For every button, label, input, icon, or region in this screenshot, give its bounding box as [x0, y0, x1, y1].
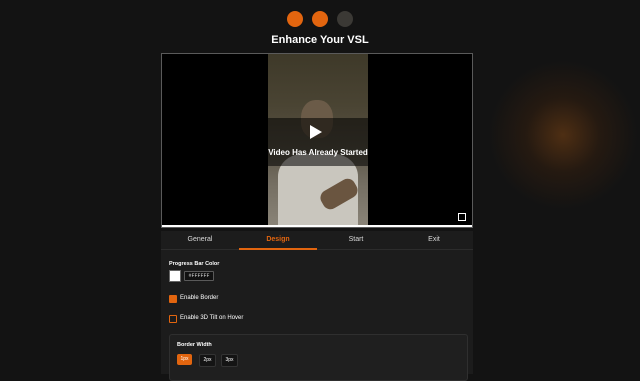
progress-bar-color-input[interactable]: #FFFFFF	[184, 271, 214, 281]
settings-panel: General Design Start Exit Progress Bar C…	[161, 231, 473, 381]
step-dot-1	[287, 11, 303, 27]
enable-border-label: Enable Border	[180, 295, 219, 301]
tab-design[interactable]: Design	[239, 231, 317, 250]
fullscreen-icon[interactable]	[458, 213, 466, 221]
tab-general[interactable]: General	[161, 231, 239, 249]
border-width-3px-button[interactable]: 3px	[221, 354, 238, 367]
tab-start[interactable]: Start	[317, 231, 395, 249]
step-indicator	[0, 11, 640, 27]
page-title: Enhance Your VSL	[271, 34, 369, 46]
video-progress-bar[interactable]	[162, 225, 472, 227]
border-width-1px-button[interactable]: 1px	[177, 354, 192, 365]
enable-3d-tilt-checkbox[interactable]	[169, 315, 177, 323]
video-player[interactable]: Video Has Already Started	[161, 53, 473, 228]
tab-exit[interactable]: Exit	[395, 231, 473, 249]
enable-3d-tilt-label: Enable 3D Tilt on Hover	[180, 315, 244, 321]
progress-bar-color-swatch[interactable]	[169, 270, 181, 282]
decorative-glow	[488, 60, 638, 210]
border-width-label: Border Width	[177, 342, 212, 348]
play-icon[interactable]	[310, 125, 322, 139]
step-dot-2	[312, 11, 328, 27]
progress-bar-color-label: Progress Bar Color	[169, 261, 220, 267]
video-overlay-text: Video Has Already Started	[268, 148, 368, 157]
enable-border-checkbox[interactable]	[169, 295, 177, 303]
step-dot-3	[337, 11, 353, 27]
settings-tabs: General Design Start Exit	[161, 231, 473, 250]
border-width-2px-button[interactable]: 2px	[199, 354, 216, 367]
